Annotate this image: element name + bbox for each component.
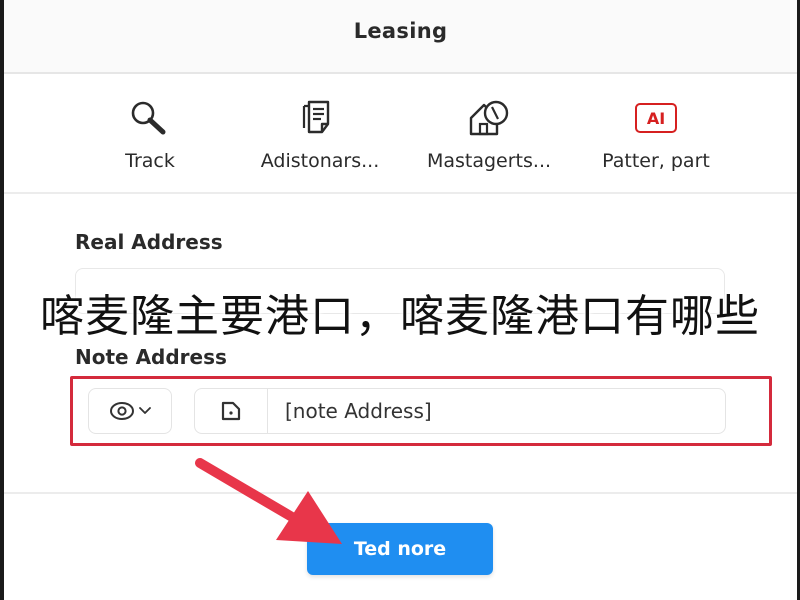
toolbar-item-label: Adistonars... [260, 150, 380, 172]
toolbar-item-label: Mastagerts... [426, 150, 552, 172]
magnifier-icon [127, 98, 173, 138]
ted-nore-button[interactable]: Ted nore [307, 523, 493, 575]
note-address-input[interactable] [285, 389, 715, 433]
eye-icon [110, 402, 134, 420]
document-icon [221, 401, 241, 421]
document-list-icon [300, 98, 340, 138]
page-title: Leasing [353, 19, 448, 43]
overlay-caption: 喀麦隆主要港口，喀麦隆港口有哪些 [40, 291, 760, 342]
attach-document-button[interactable] [195, 389, 268, 433]
chevron-down-icon [139, 407, 151, 414]
note-address-label: Note Address [75, 345, 227, 369]
note-address-field [194, 388, 726, 434]
header-bar: Leasing [4, 0, 797, 74]
toolbar-item-patter-part[interactable]: AI Patter, part [584, 74, 728, 192]
visibility-dropdown[interactable] [88, 388, 172, 434]
footer-divider [4, 492, 797, 494]
toolbar: Track Adistonars... Mastagerts... AI Pat… [4, 74, 797, 194]
toolbar-item-adistonars[interactable]: Adistonars... [240, 74, 400, 192]
ai-badge-icon: AI [635, 103, 677, 133]
toolbar-item-mastagerts[interactable]: Mastagerts... [414, 74, 564, 192]
home-shield-icon [465, 98, 513, 138]
toolbar-item-label: Track [125, 150, 175, 172]
note-address-row [88, 388, 728, 434]
toolbar-item-label: Patter, part [602, 150, 710, 172]
real-address-label: Real Address [75, 230, 223, 254]
toolbar-item-track[interactable]: Track [100, 74, 200, 192]
